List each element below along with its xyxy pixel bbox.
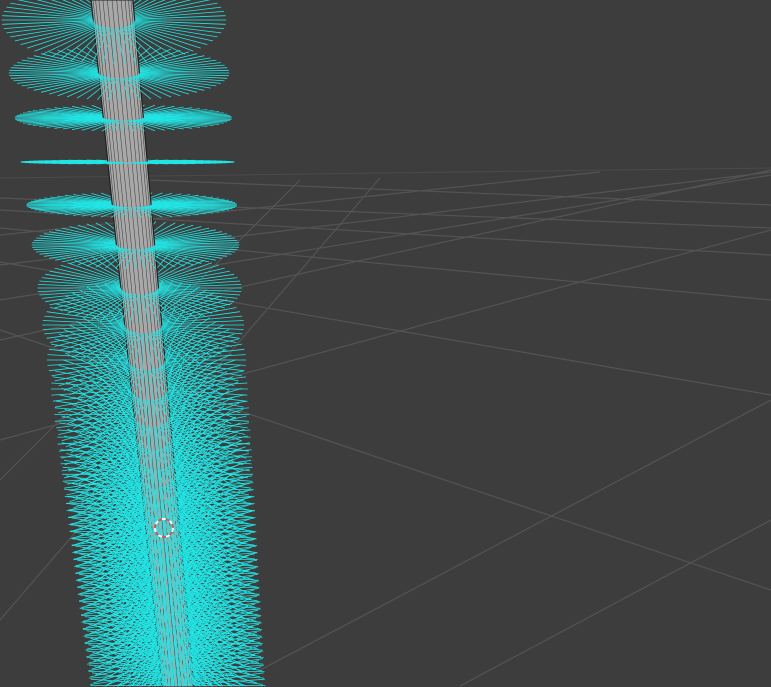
grid-line (459, 519, 771, 687)
grid-line (229, 399, 771, 687)
3d-viewport[interactable] (0, 0, 771, 687)
viewport-scene[interactable] (0, 0, 771, 687)
